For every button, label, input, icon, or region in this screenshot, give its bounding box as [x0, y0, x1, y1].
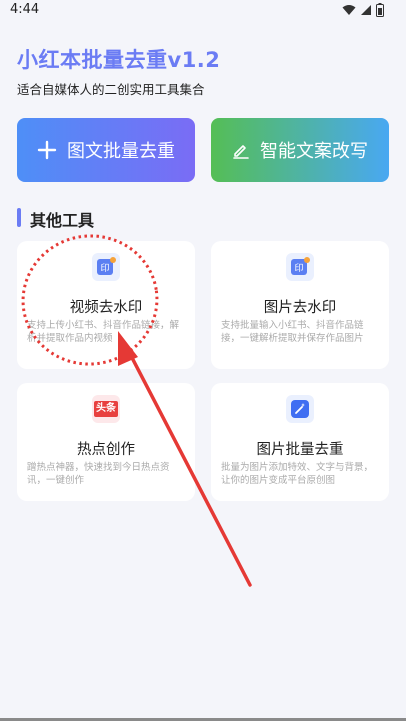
battery-icon: [376, 3, 384, 17]
magic-wand-icon: [286, 395, 314, 423]
tool-title: 图片批量去重: [256, 442, 344, 458]
tool-title: 图片去水印: [263, 300, 337, 316]
status-bar: 4:44: [0, 0, 406, 20]
tool-desc: 批量为图片添加特效、文字与背景，让你的图片变成平台原创图: [221, 462, 374, 486]
seal-icon: 印: [92, 253, 120, 281]
tool-card-image-batch-dedupe[interactable]: 图片批量去重 批量为图片添加特效、文字与背景，让你的图片变成平台原创图: [211, 383, 389, 501]
svg-text:印: 印: [100, 262, 109, 274]
signal-icon: [361, 5, 371, 15]
smart-rewrite-label: 智能文案改写: [260, 141, 368, 162]
tool-desc: 支持批量输入小红书、抖音作品链接，一键解析提取并保存作品图片: [221, 320, 364, 344]
toutiao-icon-text: 头条: [94, 401, 118, 417]
tool-desc: 蹭热点神器，快速找到今日热点资讯，一键创作: [27, 462, 170, 486]
pencil-icon: [233, 145, 249, 159]
section-title: 其他工具: [30, 211, 95, 230]
batch-dedupe-button[interactable]: 图文批量去重: [17, 118, 195, 182]
smart-rewrite-button[interactable]: 智能文案改写: [211, 118, 389, 182]
seal-icon: 印: [286, 253, 314, 281]
app-subtitle: 适合自媒体人的二创实用工具集合: [17, 82, 205, 97]
status-time: 4:44: [10, 2, 40, 17]
tool-title: 视频去水印: [69, 300, 143, 316]
batch-dedupe-label: 图文批量去重: [67, 141, 175, 162]
tool-card-image-watermark[interactable]: 印 图片去水印 支持批量输入小红书、抖音作品链接，一键解析提取并保存作品图片: [211, 241, 389, 369]
toutiao-icon: 头条: [92, 395, 120, 423]
tool-desc: 支持上传小红书、抖音作品链接，解析并提取作品内视频: [27, 320, 180, 344]
tool-title: 热点创作: [77, 442, 135, 458]
app-title: 小红本批量去重v1.2: [17, 48, 221, 72]
tool-card-video-watermark[interactable]: 印 视频去水印 支持上传小红书、抖音作品链接，解析并提取作品内视频: [17, 241, 195, 369]
wifi-icon: [342, 5, 356, 15]
status-icons: [342, 2, 384, 18]
section-accent-bar: [17, 208, 21, 227]
svg-text:印: 印: [294, 262, 303, 274]
tool-card-hot-topics[interactable]: 头条 热点创作 蹭热点神器，快速找到今日热点资讯，一键创作: [17, 383, 195, 501]
plus-icon: [37, 140, 57, 160]
